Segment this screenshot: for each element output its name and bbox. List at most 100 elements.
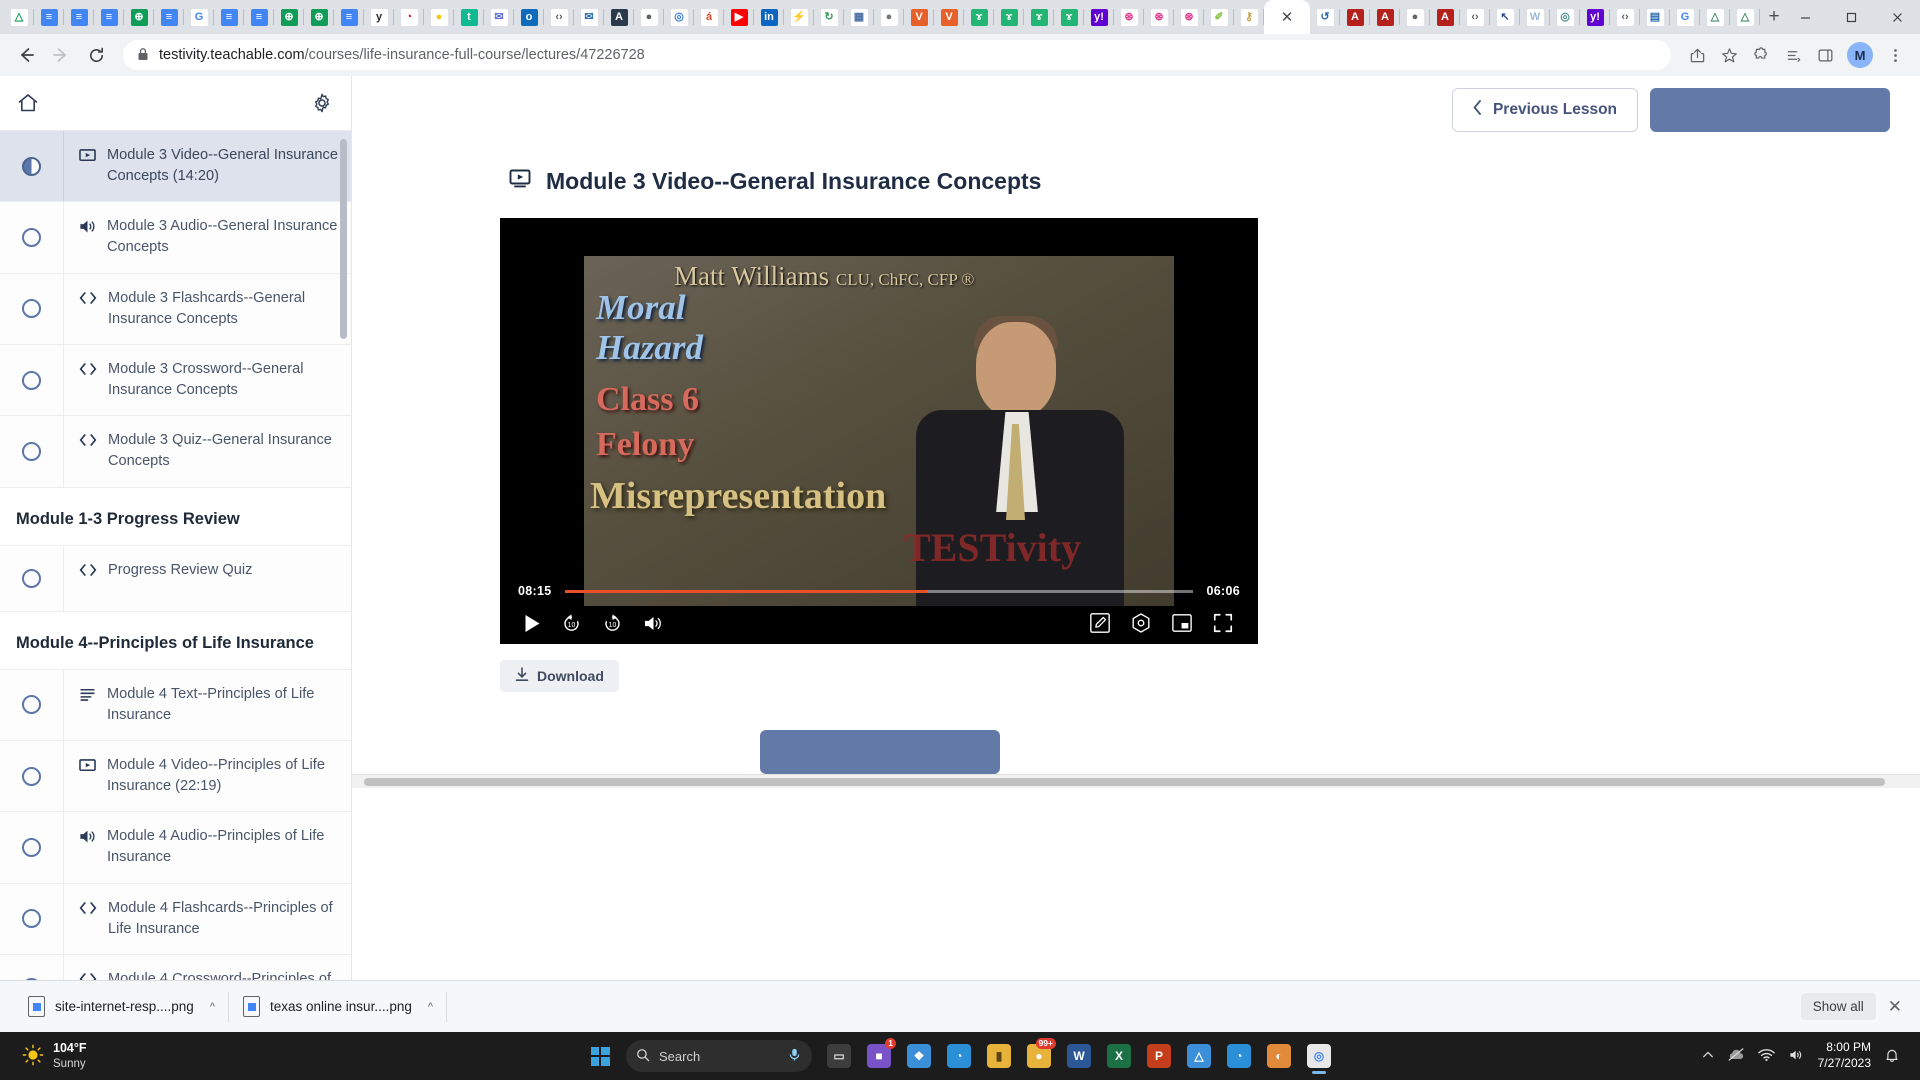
list-item[interactable]: Module 4 Text--Principles of Life Insura…	[0, 669, 351, 741]
gear-icon[interactable]	[311, 92, 333, 114]
bookmark-mail[interactable]: ✉	[484, 2, 514, 32]
taskbar-app-photos[interactable]: △	[1179, 1036, 1219, 1076]
active-tab[interactable]: ✕	[1264, 0, 1310, 34]
close-icon[interactable]: ✕	[1281, 8, 1294, 26]
bookmark-key[interactable]: ⚷	[1234, 2, 1264, 32]
bookmark-code[interactable]: ‹›	[544, 2, 574, 32]
side-panel-icon[interactable]	[1810, 40, 1840, 70]
bookmark-wordpress[interactable]: ⊛	[1174, 2, 1204, 32]
taskbar-app-task-view[interactable]: ▭	[819, 1036, 859, 1076]
bookmark-yola[interactable]: y	[364, 2, 394, 32]
bookmark-google-sheets[interactable]: ⊕	[124, 2, 154, 32]
windows-start-icon[interactable]	[581, 1037, 619, 1075]
bookmark-paint[interactable]: ✐	[1204, 2, 1234, 32]
bookmark-adobe-acrobat[interactable]: A	[1340, 2, 1370, 32]
bookmark-google-docs[interactable]: ≡	[34, 2, 64, 32]
bookmark-adobe[interactable]: A	[604, 2, 634, 32]
bell-icon[interactable]	[1884, 1047, 1900, 1066]
bookmark-hostgator[interactable]: ɤ	[994, 2, 1024, 32]
bookmark-google-docs[interactable]: ≡	[244, 2, 274, 32]
bookmark-google-drive[interactable]: △	[4, 2, 34, 32]
reading-list-icon[interactable]	[1778, 40, 1808, 70]
bookmark-hostgator[interactable]: ɤ	[964, 2, 994, 32]
list-item[interactable]: Module 4 Audio--Principles of Life Insur…	[0, 812, 351, 884]
minimize-button[interactable]	[1782, 1, 1828, 33]
taskbar-app-edge-browser[interactable]: ◔	[939, 1036, 979, 1076]
bookmark-google-sheets[interactable]: ⊕	[304, 2, 334, 32]
bookmark-vimeo[interactable]: V	[904, 2, 934, 32]
bookmark-refresh-green[interactable]: ↻	[814, 2, 844, 32]
picture-in-picture-icon[interactable]	[1171, 613, 1193, 633]
weather-widget[interactable]: 104°F Sunny	[8, 1041, 87, 1071]
list-item[interactable]: Module 3 Video--General Insurance Concep…	[0, 131, 351, 203]
home-icon[interactable]	[16, 91, 40, 115]
bookmark-code[interactable]: ‹›	[1610, 2, 1640, 32]
rewind-10-icon[interactable]: 10	[561, 613, 582, 634]
bookmark-google-docs[interactable]: ≡	[64, 2, 94, 32]
wifi-icon[interactable]	[1757, 1048, 1775, 1065]
taskbar-app-widgets[interactable]: ❖	[899, 1036, 939, 1076]
list-item[interactable]: Module 4 Flashcards--Principles of Life …	[0, 883, 351, 955]
bookmark-word[interactable]: W	[1520, 2, 1550, 32]
bookmark-hostgator[interactable]: ɤ	[1054, 2, 1084, 32]
bookmark-youtube[interactable]: ▶	[724, 2, 754, 32]
bookmark-google-docs[interactable]: ≡	[94, 2, 124, 32]
search-input[interactable]: Search	[626, 1040, 812, 1072]
list-item[interactable]: Progress Review Quiz	[0, 545, 351, 612]
fullscreen-icon[interactable]	[1212, 612, 1234, 634]
maximize-button[interactable]	[1828, 1, 1874, 33]
bookmark-linkedin[interactable]: in	[754, 2, 784, 32]
bookmark-globe-grey[interactable]: ●	[1400, 2, 1430, 32]
bookmark-globe-teal[interactable]: ◎	[1550, 2, 1580, 32]
microphone-icon[interactable]	[787, 1047, 802, 1065]
list-item[interactable]: Module 3 Flashcards--General Insurance C…	[0, 273, 351, 345]
bookmark-yahoo[interactable]: y!	[1580, 2, 1610, 32]
star-icon[interactable]	[1714, 40, 1744, 70]
bookmark-vimeo[interactable]: V	[934, 2, 964, 32]
taskbar-app-chat-teams[interactable]: ■ 1	[859, 1036, 899, 1076]
forward-10-icon[interactable]: 10	[602, 613, 623, 634]
list-item[interactable]: Module 4 Video--Principles of Life Insur…	[0, 740, 351, 813]
taskbar-app-microsoft-powerpoint[interactable]: P	[1139, 1036, 1179, 1076]
taskbar-app-microsoft-word[interactable]: W	[1059, 1036, 1099, 1076]
cta-button[interactable]	[760, 730, 1000, 774]
sidebar-lesson-list[interactable]: Module 3 Video--General Insurance Concep…	[0, 131, 351, 980]
plus-icon[interactable]: +	[1766, 3, 1782, 31]
next-lesson-button[interactable]	[1650, 88, 1890, 132]
previous-lesson-button[interactable]: Previous Lesson	[1451, 88, 1638, 132]
list-item[interactable]: Module 3 Crossword--General Insurance Co…	[0, 344, 351, 417]
taskbar-app-edge-browser-2[interactable]: ◔	[1219, 1036, 1259, 1076]
bookmark-adobe-acrobat[interactable]: A	[1370, 2, 1400, 32]
chevron-up-icon[interactable]: ^	[428, 1001, 433, 1013]
clock[interactable]: 8:00 PM 7/27/2023	[1818, 1040, 1871, 1071]
horizontal-scrollbar[interactable]	[352, 774, 1920, 788]
close-icon[interactable]: ✕	[1888, 997, 1902, 1017]
profile-avatar[interactable]: M	[1847, 42, 1873, 68]
volume-icon[interactable]	[643, 614, 664, 633]
chevron-up-icon[interactable]	[1702, 1049, 1714, 1064]
bookmark-teachable[interactable]: t	[454, 2, 484, 32]
bookmark-globe[interactable]: ●	[634, 2, 664, 32]
download-item[interactable]: texas online insur....png ^	[229, 988, 448, 1026]
download-item[interactable]: site-internet-resp....png ^	[14, 988, 229, 1026]
bookmark-adobe-acrobat[interactable]: A	[1430, 2, 1460, 32]
play-icon[interactable]	[524, 614, 541, 633]
volume-icon[interactable]	[1788, 1048, 1805, 1065]
bookmark-idea-bulb[interactable]: ●	[424, 2, 454, 32]
list-item[interactable]: Module 3 Audio--General Insurance Concep…	[0, 202, 351, 274]
bookmark-mountain[interactable]: △	[1730, 2, 1760, 32]
bookmark-safari[interactable]: ◎	[664, 2, 694, 32]
bookmark-adobe-a[interactable]: á	[694, 2, 724, 32]
taskbar-app-file-explorer[interactable]: ▮	[979, 1036, 1019, 1076]
list-item[interactable]: Module 4 Crossword--Principles of	[0, 954, 351, 980]
forward-button[interactable]	[45, 39, 77, 71]
bookmark-code[interactable]: ‹›	[1460, 2, 1490, 32]
bookmark-pinterest[interactable]: ◔	[394, 2, 424, 32]
bookmark-calendar[interactable]: ▦	[844, 2, 874, 32]
share-icon[interactable]	[1682, 40, 1712, 70]
cloud-slash-icon[interactable]	[1727, 1047, 1745, 1065]
bookmark-wordpress[interactable]: ⊛	[1114, 2, 1144, 32]
address-bar[interactable]: testivity.teachable.com/courses/life-ins…	[123, 40, 1671, 70]
bookmark-google-docs[interactable]: ≡	[214, 2, 244, 32]
bookmark-google-sheets[interactable]: ⊕	[274, 2, 304, 32]
